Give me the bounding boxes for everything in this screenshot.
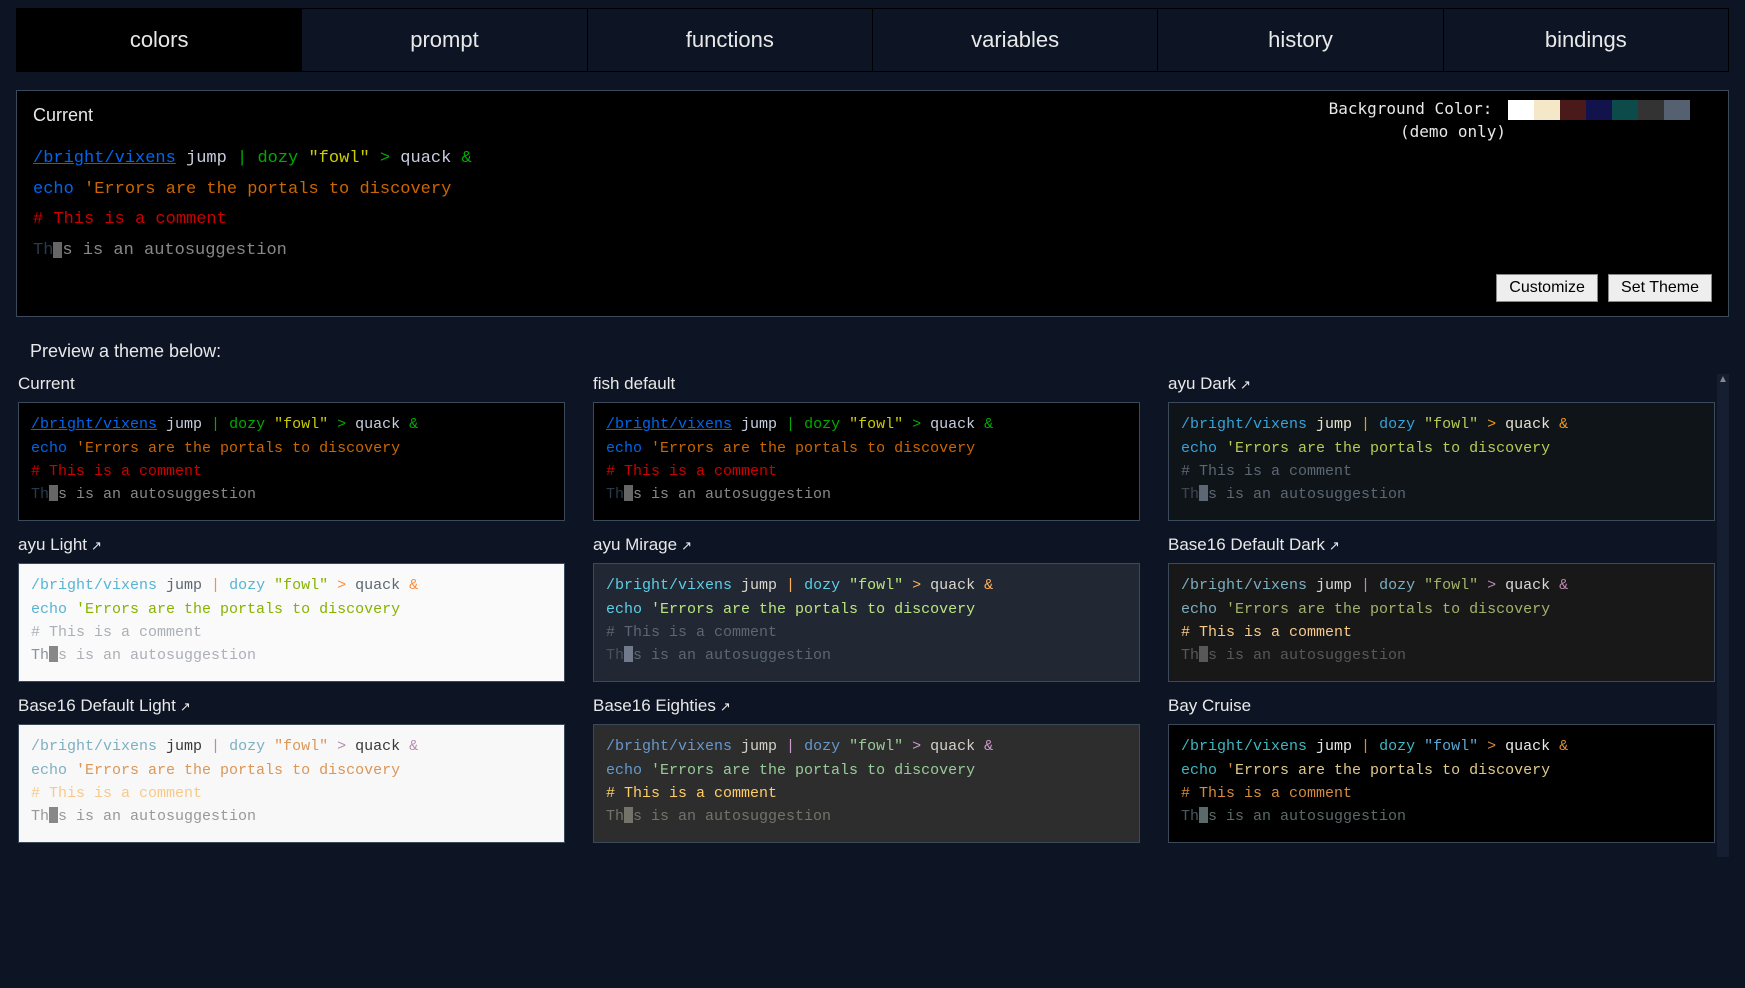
current-theme-panel: Background Color: (demo only) Current /b…: [16, 90, 1729, 317]
theme-cell: ayu Mirage ↗ /bright/vixens jump | dozy "f…: [593, 535, 1140, 682]
tab-colors[interactable]: colors: [17, 9, 302, 71]
theme-cell: ayu Dark ↗ /bright/vixens jump | dozy "fow…: [1168, 374, 1715, 521]
theme-name: Current: [18, 374, 75, 393]
theme-title[interactable]: ayu Mirage ↗: [593, 535, 1140, 555]
theme-name: ayu Dark: [1168, 374, 1236, 393]
theme-title[interactable]: ayu Light ↗: [18, 535, 565, 555]
external-link-icon[interactable]: ↗: [720, 699, 731, 714]
tab-variables[interactable]: variables: [873, 9, 1158, 71]
theme-preview[interactable]: /bright/vixens jump | dozy "fowl" > quac…: [18, 402, 565, 521]
theme-title[interactable]: Current: [18, 374, 565, 394]
theme-grid: Current/bright/vixens jump | dozy "fowl"…: [16, 374, 1717, 857]
theme-title[interactable]: fish default: [593, 374, 1140, 394]
theme-preview[interactable]: /bright/vixens jump | dozy "fowl" > quac…: [18, 724, 565, 843]
bg-swatch[interactable]: [1560, 100, 1586, 120]
theme-name: ayu Mirage: [593, 535, 677, 554]
theme-preview[interactable]: /bright/vixens jump | dozy "fowl" > quac…: [1168, 724, 1715, 843]
theme-cell: Base16 Default Dark ↗ /bright/vixens jump …: [1168, 535, 1715, 682]
tab-bindings[interactable]: bindings: [1444, 9, 1728, 71]
external-link-icon[interactable]: ↗: [1329, 538, 1340, 553]
bg-swatch[interactable]: [1612, 100, 1638, 120]
tab-functions[interactable]: functions: [588, 9, 873, 71]
bg-swatch[interactable]: [1664, 100, 1690, 120]
external-link-icon[interactable]: ↗: [91, 538, 102, 553]
theme-cell: fish default/bright/vixens jump | dozy "…: [593, 374, 1140, 521]
scrollbar-up-icon[interactable]: ▲: [1717, 374, 1729, 386]
external-link-icon[interactable]: ↗: [681, 538, 692, 553]
tab-history[interactable]: history: [1158, 9, 1443, 71]
theme-title[interactable]: Base16 Eighties ↗: [593, 696, 1140, 716]
bg-swatch[interactable]: [1690, 100, 1716, 120]
demo-only-label: (demo only): [1329, 122, 1506, 141]
bg-swatch[interactable]: [1638, 100, 1664, 120]
theme-title[interactable]: Base16 Default Dark ↗: [1168, 535, 1715, 555]
preview-theme-label: Preview a theme below:: [30, 341, 1729, 362]
theme-name: Base16 Default Light: [18, 696, 176, 715]
theme-preview[interactable]: /bright/vixens jump | dozy "fowl" > quac…: [1168, 563, 1715, 682]
theme-title[interactable]: Base16 Default Light ↗: [18, 696, 565, 716]
tab-bar: colors prompt functions variables histor…: [16, 8, 1729, 72]
external-link-icon[interactable]: ↗: [180, 699, 191, 714]
external-link-icon[interactable]: ↗: [1240, 377, 1251, 392]
background-color-label: Background Color:: [1329, 99, 1493, 118]
theme-cell: Base16 Eighties ↗ /bright/vixens jump | do…: [593, 696, 1140, 843]
theme-cell: Base16 Default Light ↗ /bright/vixens jump…: [18, 696, 565, 843]
theme-title[interactable]: Bay Cruise: [1168, 696, 1715, 716]
theme-name: Bay Cruise: [1168, 696, 1251, 715]
theme-cell: Bay Cruise/bright/vixens jump | dozy "fo…: [1168, 696, 1715, 843]
theme-name: fish default: [593, 374, 675, 393]
theme-name: Base16 Eighties: [593, 696, 716, 715]
set-theme-button[interactable]: Set Theme: [1608, 274, 1712, 302]
theme-preview[interactable]: /bright/vixens jump | dozy "fowl" > quac…: [593, 724, 1140, 843]
background-color-picker: Background Color: (demo only): [1329, 99, 1716, 141]
current-theme-preview: /bright/vixens jump | dozy "fowl" > quac…: [33, 144, 1712, 266]
theme-preview[interactable]: /bright/vixens jump | dozy "fowl" > quac…: [1168, 402, 1715, 521]
bg-swatch[interactable]: [1586, 100, 1612, 120]
theme-preview[interactable]: /bright/vixens jump | dozy "fowl" > quac…: [593, 563, 1140, 682]
customize-button[interactable]: Customize: [1496, 274, 1598, 302]
theme-name: ayu Light: [18, 535, 87, 554]
bg-swatch[interactable]: [1508, 100, 1534, 120]
theme-cell: ayu Light ↗ /bright/vixens jump | dozy "fo…: [18, 535, 565, 682]
theme-preview[interactable]: /bright/vixens jump | dozy "fowl" > quac…: [18, 563, 565, 682]
bg-swatch[interactable]: [1534, 100, 1560, 120]
tab-prompt[interactable]: prompt: [302, 9, 587, 71]
theme-cell: Current/bright/vixens jump | dozy "fowl"…: [18, 374, 565, 521]
theme-title[interactable]: ayu Dark ↗: [1168, 374, 1715, 394]
theme-preview[interactable]: /bright/vixens jump | dozy "fowl" > quac…: [593, 402, 1140, 521]
theme-name: Base16 Default Dark: [1168, 535, 1325, 554]
